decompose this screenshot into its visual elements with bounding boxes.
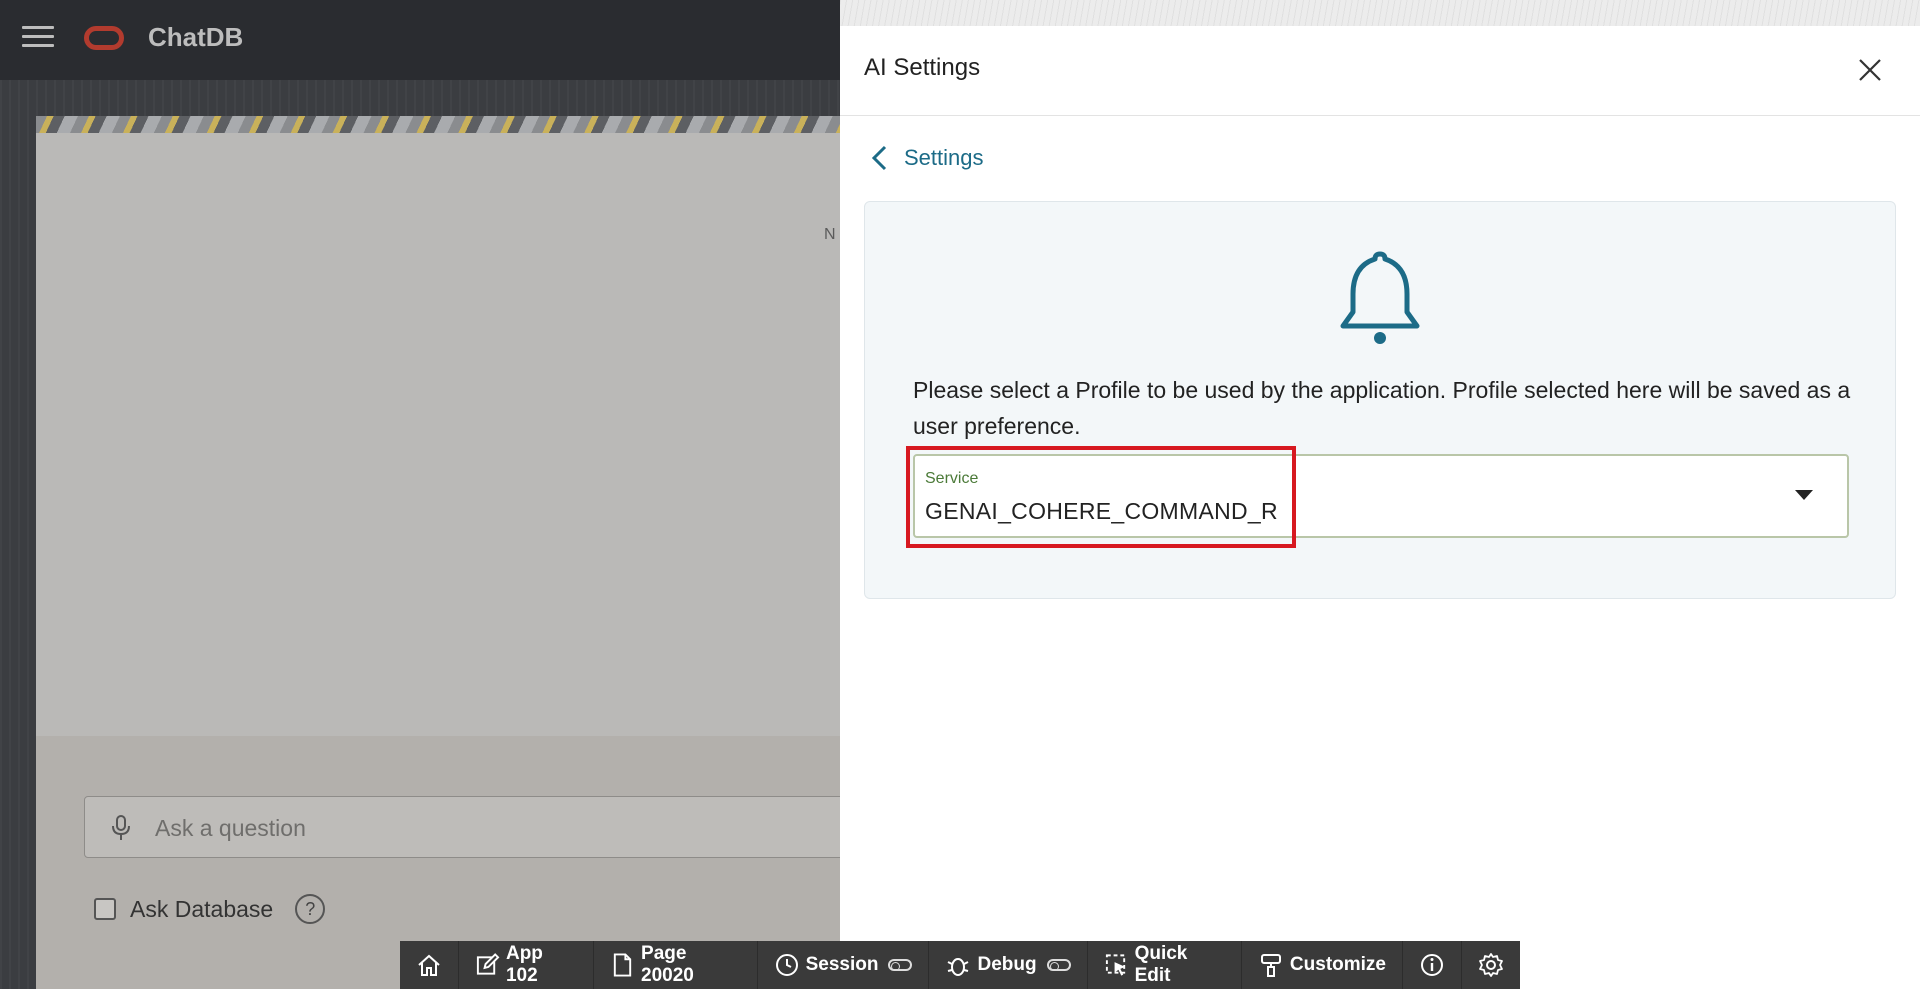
cut-off-text: N [824,226,836,243]
dev-page-button[interactable]: Page 20020 [594,941,758,989]
dev-quick-edit-button[interactable]: Quick Edit [1088,941,1242,989]
session-icon [775,954,798,976]
chat-card: N Ask a question Ask Database ? [36,116,864,989]
dev-settings-button[interactable] [1462,941,1520,989]
dev-customize-label: Customize [1289,954,1386,975]
profile-message: Please select a Profile to be used by th… [913,377,1851,439]
menu-icon[interactable] [22,26,54,52]
chevron-left-icon [871,145,887,171]
ask-question-input[interactable]: Ask a question [84,796,864,858]
ask-placeholder: Ask a question [155,815,306,841]
edit-icon [476,953,500,975]
dev-page-label: Page 20020 [641,943,694,986]
dev-customize-button[interactable]: Customize [1242,941,1403,989]
dev-debug-button[interactable]: Debug [929,941,1088,989]
service-select[interactable]: Service GENAI_COHERE_COMMAND_R [913,454,1849,538]
dev-app-label: App 102 [505,943,543,986]
dev-session-button[interactable]: Session [758,941,930,989]
dev-quick-edit-label: Quick Edit [1134,943,1188,986]
bell-icon [1340,251,1420,344]
ai-settings-drawer: AI Settings Settings Please select a Pro… [840,26,1920,989]
debug-toggle[interactable] [1046,959,1071,971]
app-header: ChatDB [0,0,840,80]
caret-down-icon[interactable] [1795,490,1813,500]
drawer-title: AI Settings [864,54,981,81]
card-banner [36,116,840,133]
dev-session-label: Session [805,954,879,975]
dev-info-button[interactable] [1403,941,1462,989]
service-label: Service [925,470,979,487]
developer-toolbar: App 102 Page 20020 Session Debug Quick E… [400,941,1520,989]
profile-panel: Please select a Profile to be used by th… [864,201,1896,599]
oracle-logo [84,26,124,50]
back-link-label: Settings [904,145,984,170]
ask-database-checkbox[interactable] [94,898,116,920]
info-icon [1421,954,1443,976]
help-icon[interactable]: ? [295,894,326,924]
texture-strip [840,0,1920,26]
app-title: ChatDB [148,22,244,52]
dev-app-button[interactable]: App 102 [459,941,595,989]
ask-database-row: Ask Database ? [94,894,326,924]
page-icon [613,953,632,977]
back-to-settings-link[interactable]: Settings [870,144,984,172]
dev-debug-label: Debug [977,954,1037,975]
dev-home-button[interactable] [400,941,459,989]
drawer-header: AI Settings [840,26,1920,116]
customize-icon [1260,954,1281,977]
close-icon[interactable] [1856,56,1884,84]
session-toggle[interactable] [888,959,913,971]
ask-database-label: Ask Database [130,895,274,922]
quick-edit-icon [1105,954,1125,976]
debug-icon [948,958,969,976]
service-value: GENAI_COHERE_COMMAND_R [925,498,1278,524]
gear-icon [1479,953,1503,977]
home-icon [418,954,440,976]
microphone-icon[interactable] [111,815,131,841]
